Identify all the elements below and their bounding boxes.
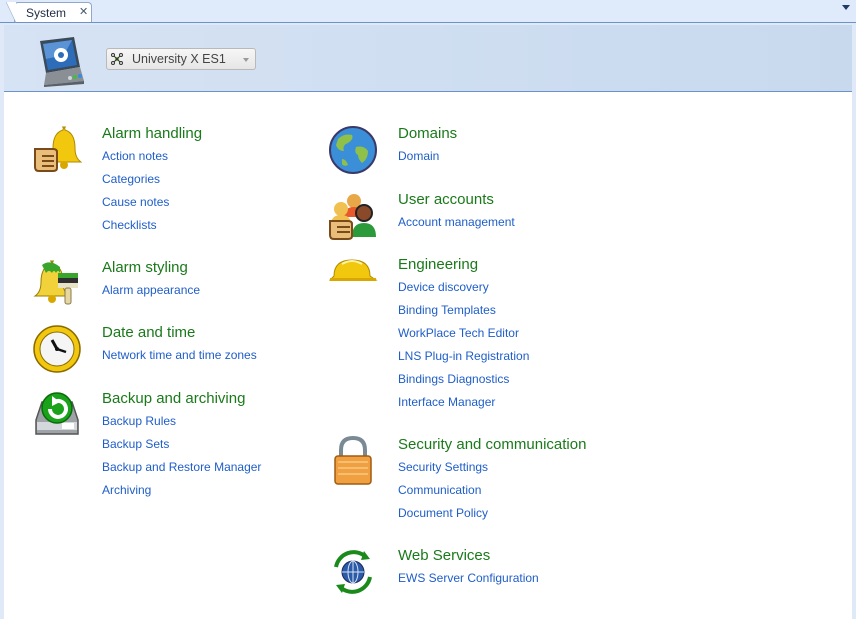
link-device-discovery[interactable]: Device discovery (398, 280, 529, 303)
web-services-globe-icon (334, 550, 372, 594)
link-document-policy[interactable]: Document Policy (398, 506, 488, 529)
clock-icon (33, 325, 81, 373)
tab-label: System (26, 6, 67, 20)
link-backup-restore-manager[interactable]: Backup and Restore Manager (102, 460, 261, 483)
group-title: Backup and archiving (102, 390, 246, 407)
group-title: Alarm handling (102, 125, 203, 142)
link-security-settings[interactable]: Security Settings (398, 460, 488, 483)
group-title: Web Services (398, 547, 491, 564)
server-select-value: University X ES1 (132, 52, 226, 66)
link-categories[interactable]: Categories (102, 172, 169, 195)
link-archiving[interactable]: Archiving (102, 483, 261, 506)
system-computer-icon (40, 37, 84, 87)
link-lns-plugin-registration[interactable]: LNS Plug-in Registration (398, 349, 529, 372)
tab-strip: System ✕ (0, 0, 856, 23)
chevron-down-icon[interactable] (842, 5, 850, 10)
server-select[interactable]: University X ES1 (106, 48, 256, 70)
alarm-bell-hand-icon (34, 126, 82, 172)
link-workplace-tech-editor[interactable]: WorkPlace Tech Editor (398, 326, 529, 349)
close-icon[interactable]: ✕ (79, 5, 88, 18)
link-checklists[interactable]: Checklists (102, 218, 169, 241)
link-backup-sets[interactable]: Backup Sets (102, 437, 261, 460)
globe-icon (329, 126, 377, 174)
link-binding-templates[interactable]: Binding Templates (398, 303, 529, 326)
dropdown-caret-icon (243, 58, 249, 62)
tab-system[interactable]: System ✕ (6, 2, 92, 23)
link-backup-rules[interactable]: Backup Rules (102, 414, 261, 437)
link-network-time[interactable]: Network time and time zones (102, 348, 257, 371)
group-title: Alarm styling (102, 259, 188, 276)
system-content: Alarm handling Action notes Categories C… (4, 92, 852, 619)
user-accounts-icon (329, 194, 376, 240)
link-bindings-diagnostics[interactable]: Bindings Diagnostics (398, 372, 529, 395)
panel-header: University X ES1 (4, 25, 852, 92)
link-interface-manager[interactable]: Interface Manager (398, 395, 529, 418)
alarm-bell-brush-icon (33, 260, 78, 305)
link-alarm-appearance[interactable]: Alarm appearance (102, 283, 200, 306)
system-panel: University X ES1 Alarm handling Action n… (4, 25, 852, 619)
group-title: Domains (398, 125, 458, 142)
group-title: Date and time (102, 324, 196, 341)
padlock-icon (334, 436, 372, 485)
backup-drive-icon (35, 392, 79, 435)
hard-hat-icon (328, 259, 378, 281)
link-domain[interactable]: Domain (398, 149, 439, 172)
link-account-management[interactable]: Account management (398, 215, 515, 238)
server-network-icon (111, 53, 123, 65)
link-cause-notes[interactable]: Cause notes (102, 195, 169, 218)
group-title: Engineering (398, 256, 479, 273)
group-title: User accounts (398, 191, 494, 208)
link-communication[interactable]: Communication (398, 483, 488, 506)
link-ews-server-configuration[interactable]: EWS Server Configuration (398, 571, 539, 594)
group-title: Security and communication (398, 436, 587, 453)
link-action-notes[interactable]: Action notes (102, 149, 169, 172)
